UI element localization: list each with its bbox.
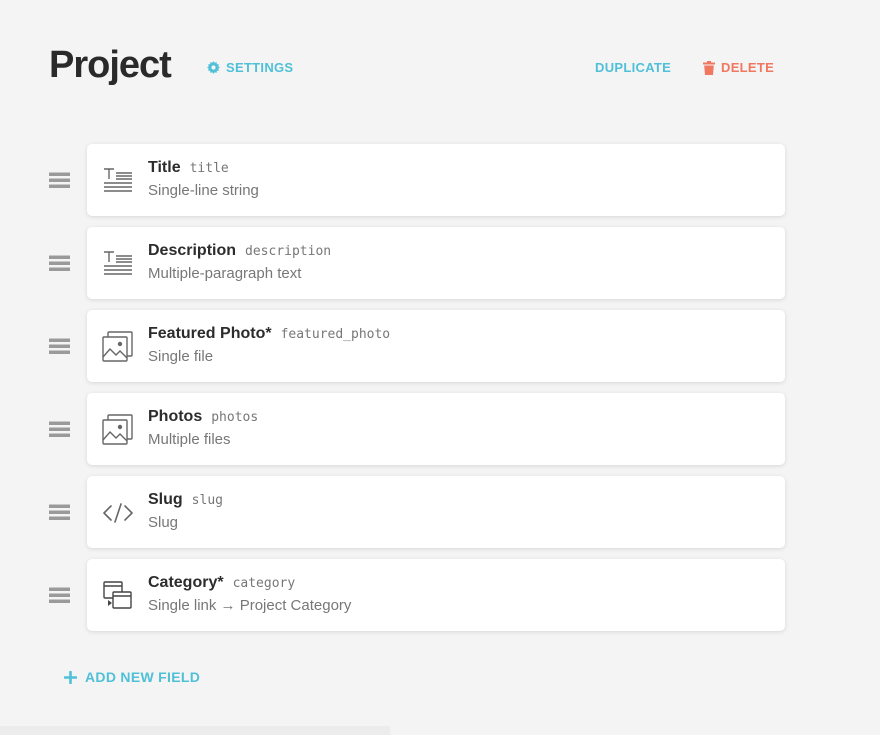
- field-api-key: photos: [211, 410, 259, 425]
- field-card-featured-photo[interactable]: Featured Photo* featured_photo Single fil…: [87, 310, 785, 382]
- code-icon: [101, 496, 135, 530]
- field-row: Category* category Single link → Project …: [49, 559, 789, 631]
- page-title: Project: [49, 44, 172, 86]
- field-name: Photos: [148, 408, 203, 425]
- field-type: Single link → Project Category: [148, 597, 352, 614]
- drag-handle-icon[interactable]: [49, 255, 70, 271]
- field-card-slug[interactable]: Slug slug Slug: [87, 476, 785, 548]
- drag-handle-icon[interactable]: [49, 421, 70, 437]
- field-name: Category*: [148, 574, 224, 591]
- field-list: Title title Single-line string Descripti…: [49, 144, 789, 642]
- duplicate-button[interactable]: DUPLICATE: [595, 60, 671, 75]
- image-field-icon: [101, 413, 135, 447]
- drag-handle-icon[interactable]: [49, 338, 70, 354]
- field-name: Slug: [148, 491, 183, 508]
- duplicate-label: DUPLICATE: [595, 60, 672, 75]
- field-type: Single file: [148, 348, 214, 365]
- field-type: Single-line string: [148, 182, 259, 199]
- field-name: Description: [148, 242, 237, 259]
- field-api-key: featured_photo: [280, 327, 391, 342]
- field-card-category[interactable]: Category* category Single link → Project …: [87, 559, 785, 631]
- drag-handle-icon[interactable]: [49, 172, 70, 188]
- settings-button[interactable]: SETTINGS: [207, 60, 293, 75]
- field-card-photos[interactable]: Photos photos Multiple files: [87, 393, 785, 465]
- field-row: Slug slug Slug: [49, 476, 789, 548]
- plus-icon: [64, 670, 77, 684]
- field-row: Photos photos Multiple files: [49, 393, 789, 465]
- add-new-field-button[interactable]: ADD NEW FIELD: [64, 669, 200, 685]
- trash-icon: [703, 60, 715, 75]
- field-type: Multiple files: [148, 431, 231, 448]
- field-api-key: description: [245, 244, 332, 259]
- field-name: Featured Photo*: [148, 325, 272, 342]
- image-field-icon: [101, 330, 135, 364]
- field-card-title[interactable]: Title title Single-line string: [87, 144, 785, 216]
- text-field-icon: [101, 164, 135, 198]
- drag-handle-icon[interactable]: [49, 504, 70, 520]
- link-field-icon: [101, 579, 135, 613]
- field-row: Title title Single-line string: [49, 144, 789, 216]
- drag-handle-icon[interactable]: [49, 587, 70, 603]
- field-name: Title: [148, 159, 181, 176]
- field-api-key: slug: [191, 493, 223, 508]
- delete-label: DELETE: [721, 60, 775, 75]
- delete-button[interactable]: DELETE: [703, 60, 774, 75]
- text-field-icon: [101, 247, 135, 281]
- field-row: Description description Multiple-paragrap…: [49, 227, 789, 299]
- field-type: Multiple-paragraph text: [148, 265, 302, 282]
- settings-label: SETTINGS: [226, 60, 294, 75]
- gear-icon: [207, 61, 220, 74]
- footer-divider: [0, 726, 390, 735]
- model-editor-page: Project SETTINGS DUPLICATE DELETE Title …: [0, 0, 880, 735]
- field-row: Featured Photo* featured_photo Single fil…: [49, 310, 789, 382]
- page-header: Project SETTINGS DUPLICATE DELETE: [49, 44, 789, 94]
- field-type: Slug: [148, 514, 179, 531]
- field-api-key: category: [232, 576, 296, 591]
- field-api-key: title: [189, 161, 229, 176]
- field-card-description[interactable]: Description description Multiple-paragrap…: [87, 227, 785, 299]
- add-new-field-label: ADD NEW FIELD: [85, 669, 201, 685]
